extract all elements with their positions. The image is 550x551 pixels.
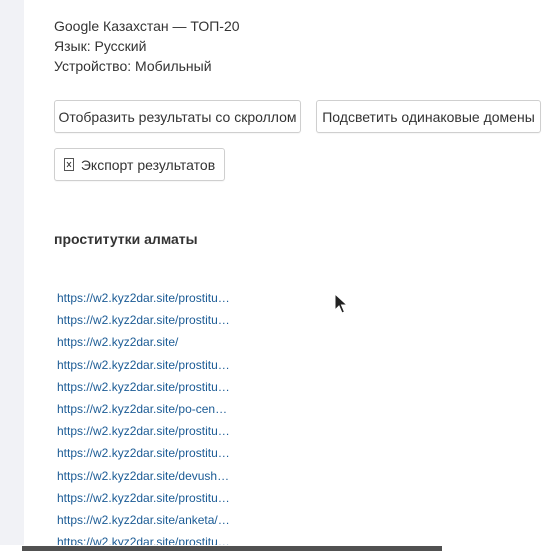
show-results-with-scroll-button[interactable]: Отобразить результаты со скроллом <box>54 100 301 133</box>
result-link[interactable]: https://w2.kyz2dar.site/prostitu… <box>57 491 230 505</box>
export-results-label: Экспорт результатов <box>80 156 216 173</box>
result-item: https://w2.kyz2dar.site/anketa/… <box>57 509 230 531</box>
result-item: https://w2.kyz2dar.site/po-cen… <box>57 398 230 420</box>
result-item: https://w2.kyz2dar.site/prostitu… <box>57 287 230 309</box>
excel-file-icon <box>63 158 74 171</box>
result-link[interactable]: https://w2.kyz2dar.site/prostitu… <box>57 424 230 438</box>
engine-line: Google Казахстан — ТОП-20 <box>54 18 240 34</box>
export-results-button[interactable]: Экспорт результатов <box>54 148 225 181</box>
result-item: https://w2.kyz2dar.site/prostitu… <box>57 376 230 398</box>
mouse-cursor-icon <box>334 293 348 314</box>
result-link[interactable]: https://w2.kyz2dar.site/anketa/… <box>57 513 230 527</box>
result-item: https://w2.kyz2dar.site/ <box>57 331 230 353</box>
result-item: https://w2.kyz2dar.site/prostitu… <box>57 354 230 376</box>
result-item: https://w2.kyz2dar.site/prostitu… <box>57 442 230 464</box>
result-item: https://w2.kyz2dar.site/prostitu… <box>57 420 230 442</box>
cut-off-text-strip <box>22 546 442 551</box>
result-link[interactable]: https://w2.kyz2dar.site/prostitu… <box>57 313 230 327</box>
show-results-with-scroll-label: Отобразить результаты со скроллом <box>58 108 297 125</box>
language-line: Язык: Русский <box>54 38 147 54</box>
result-link[interactable]: https://w2.kyz2dar.site/ <box>57 335 178 349</box>
result-item: https://w2.kyz2dar.site/devush… <box>57 465 230 487</box>
result-link[interactable]: https://w2.kyz2dar.site/prostitu… <box>57 380 230 394</box>
highlight-same-domains-button[interactable]: Подсветить одинаковые домены <box>316 100 541 133</box>
result-link[interactable]: https://w2.kyz2dar.site/devush… <box>57 469 229 483</box>
results-list: https://w2.kyz2dar.site/prostitu… https:… <box>57 287 230 551</box>
result-link[interactable]: https://w2.kyz2dar.site/prostitu… <box>57 358 230 372</box>
result-link[interactable]: https://w2.kyz2dar.site/prostitu… <box>57 291 230 305</box>
left-sidebar-strip <box>0 0 24 551</box>
search-settings-info: Google Казахстан — ТОП-20 Язык: Русский … <box>54 16 240 76</box>
result-link[interactable]: https://w2.kyz2dar.site/po-cen… <box>57 402 227 416</box>
page: Google Казахстан — ТОП-20 Язык: Русский … <box>0 0 550 551</box>
result-link[interactable]: https://w2.kyz2dar.site/prostitu… <box>57 446 230 460</box>
result-item: https://w2.kyz2dar.site/prostitu… <box>57 309 230 331</box>
search-query-heading: проститутки алматы <box>54 231 198 247</box>
highlight-same-domains-label: Подсветить одинаковые домены <box>322 108 535 125</box>
device-line: Устройство: Мобильный <box>54 58 212 74</box>
result-item: https://w2.kyz2dar.site/prostitu… <box>57 487 230 509</box>
